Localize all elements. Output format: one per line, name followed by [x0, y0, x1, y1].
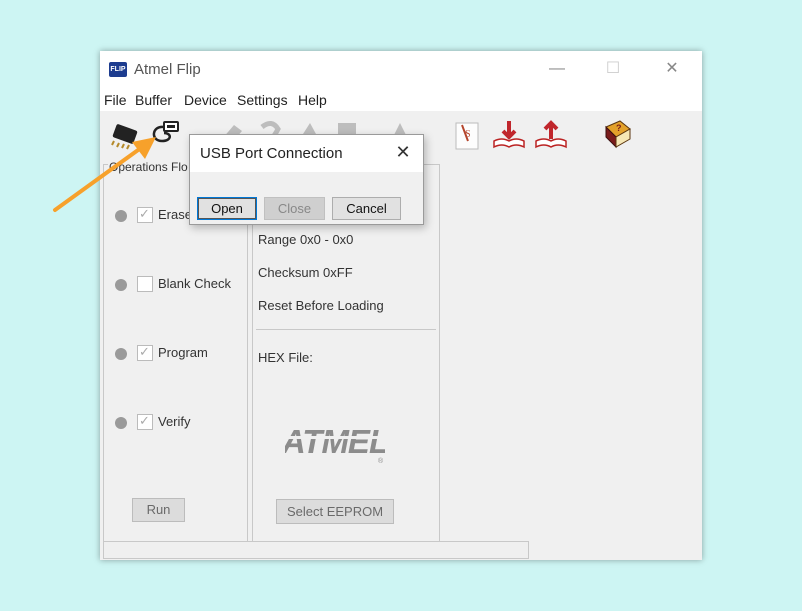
open-button[interactable]: Open: [197, 197, 257, 220]
blank-check-label: Blank Check: [158, 276, 231, 291]
svg-text:S: S: [465, 129, 471, 140]
status-led: [115, 417, 127, 429]
window-title: Atmel Flip: [134, 61, 201, 78]
range-value: 0x0 - 0x0: [299, 232, 354, 247]
dialog-title: USB Port Connection: [200, 145, 343, 162]
atmel-logo: ATMEL ®: [285, 423, 385, 464]
menu-device[interactable]: Device: [184, 92, 227, 108]
close-button[interactable]: Close: [264, 197, 325, 220]
range-label: Range: [258, 232, 297, 247]
parse-icon[interactable]: S: [450, 117, 484, 151]
verify-label: Verify: [158, 414, 191, 429]
checksum-row: Checksum 0xFF: [258, 265, 353, 280]
reset-before-loading-label: Reset Before Loading: [258, 298, 384, 313]
divider: [256, 329, 436, 330]
maximize-button[interactable]: ☐: [603, 59, 623, 79]
status-led: [115, 348, 127, 360]
title-bar: FLIP Atmel Flip — ☐ ✕: [100, 51, 702, 89]
orange-arrow-annotation: [53, 137, 156, 212]
status-bar: [103, 541, 529, 559]
minimize-button[interactable]: —: [547, 59, 567, 79]
checksum-value: 0xFF: [323, 265, 353, 280]
menu-buffer[interactable]: Buffer: [135, 92, 172, 108]
checksum-label: Checksum: [258, 265, 320, 280]
help-book-icon[interactable]: ?: [600, 117, 634, 151]
menu-bar: File Buffer Device Settings Help: [100, 89, 702, 111]
verify-checkbox[interactable]: [137, 413, 153, 430]
blank-check-checkbox[interactable]: [137, 276, 153, 292]
flip-app-icon: FLIP: [109, 62, 127, 77]
close-window-button[interactable]: ✕: [662, 59, 682, 79]
svg-text:?: ?: [616, 123, 622, 133]
save-buffer-icon[interactable]: [534, 117, 568, 151]
hex-file-label: HEX File:: [258, 350, 313, 365]
cancel-button[interactable]: Cancel: [332, 197, 401, 220]
menu-help[interactable]: Help: [298, 92, 327, 108]
program-label: Program: [158, 345, 208, 360]
menu-settings[interactable]: Settings: [237, 92, 288, 108]
select-eeprom-button[interactable]: Select EEPROM: [276, 499, 394, 524]
dialog-close-icon[interactable]: ✕: [393, 142, 413, 162]
svg-text:®: ®: [378, 457, 384, 464]
usb-port-connection-dialog: USB Port Connection ✕ Open Close Cancel: [189, 134, 424, 225]
load-hex-icon[interactable]: [492, 117, 526, 151]
run-button[interactable]: Run: [132, 498, 185, 522]
program-checkbox[interactable]: [137, 344, 153, 361]
status-led: [115, 279, 127, 291]
menu-file[interactable]: File: [104, 92, 127, 108]
flip-window: FLIP Atmel Flip — ☐ ✕ File Buffer Device…: [100, 51, 702, 560]
range-row: Range 0x0 - 0x0: [258, 232, 353, 247]
svg-text:ATMEL: ATMEL: [285, 423, 385, 460]
